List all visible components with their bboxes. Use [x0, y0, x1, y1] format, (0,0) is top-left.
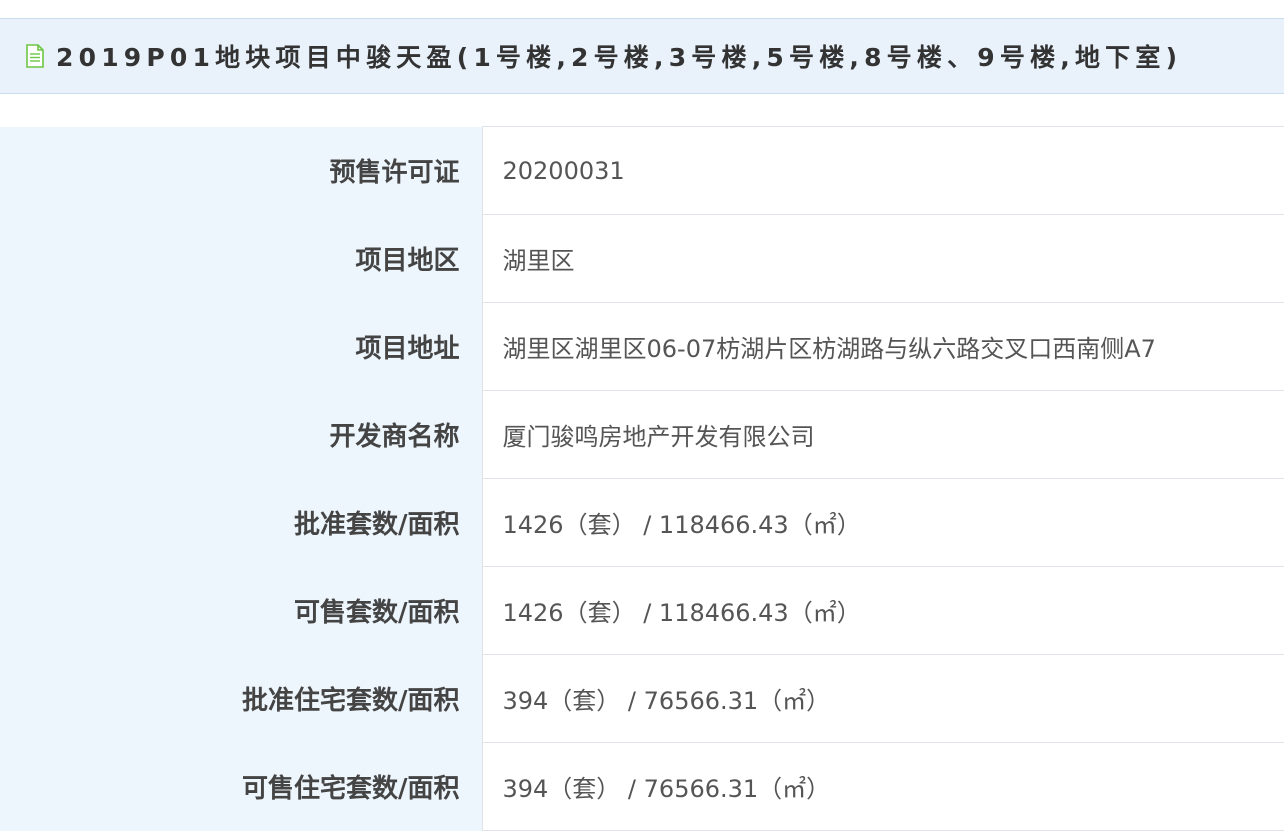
- presale-info-table: 预售许可证 20200031 项目地区 湖里区 项目地址 湖里区湖里区06-07…: [0, 126, 1284, 831]
- project-address-label: 项目地址: [0, 302, 483, 391]
- table-row: 项目地区 湖里区: [0, 214, 1284, 303]
- table-row: 可售套数/面积 1426（套） / 118466.43（㎡）: [0, 566, 1284, 655]
- presale-detail-page: 2019P01地块项目中骏天盈(1号楼,2号楼,3号楼,5号楼,8号楼、9号楼,…: [0, 0, 1284, 838]
- presale-permit-value: 20200031: [482, 126, 1284, 215]
- approved-units-area-label: 批准套数/面积: [0, 478, 483, 567]
- project-address-value: 湖里区湖里区06-07枋湖片区枋湖路与纵六路交叉口西南侧A7: [482, 302, 1284, 391]
- table-row: 批准套数/面积 1426（套） / 118466.43（㎡）: [0, 478, 1284, 567]
- developer-name-label: 开发商名称: [0, 390, 483, 479]
- project-title-bar: 2019P01地块项目中骏天盈(1号楼,2号楼,3号楼,5号楼,8号楼、9号楼,…: [0, 18, 1284, 94]
- document-icon: [26, 44, 44, 68]
- sellable-units-area-label: 可售套数/面积: [0, 566, 483, 655]
- project-district-value: 湖里区: [482, 214, 1284, 303]
- approved-units-area-value: 1426（套） / 118466.43（㎡）: [482, 478, 1284, 567]
- table-row: 批准住宅套数/面积 394（套） / 76566.31（㎡）: [0, 654, 1284, 743]
- table-row: 可售住宅套数/面积 394（套） / 76566.31（㎡）: [0, 742, 1284, 831]
- developer-name-value: 厦门骏鸣房地产开发有限公司: [482, 390, 1284, 479]
- project-title: 2019P01地块项目中骏天盈(1号楼,2号楼,3号楼,5号楼,8号楼、9号楼,…: [56, 43, 1183, 72]
- presale-permit-label: 预售许可证: [0, 126, 483, 215]
- sellable-units-area-value: 1426（套） / 118466.43（㎡）: [482, 566, 1284, 655]
- table-row: 项目地址 湖里区湖里区06-07枋湖片区枋湖路与纵六路交叉口西南侧A7: [0, 302, 1284, 391]
- project-district-label: 项目地区: [0, 214, 483, 303]
- sellable-residential-units-area-value: 394（套） / 76566.31（㎡）: [482, 742, 1284, 831]
- approved-residential-units-area-value: 394（套） / 76566.31（㎡）: [482, 654, 1284, 743]
- approved-residential-units-area-label: 批准住宅套数/面积: [0, 654, 483, 743]
- table-row: 开发商名称 厦门骏鸣房地产开发有限公司: [0, 390, 1284, 479]
- table-row: 预售许可证 20200031: [0, 126, 1284, 215]
- sellable-residential-units-area-label: 可售住宅套数/面积: [0, 742, 483, 831]
